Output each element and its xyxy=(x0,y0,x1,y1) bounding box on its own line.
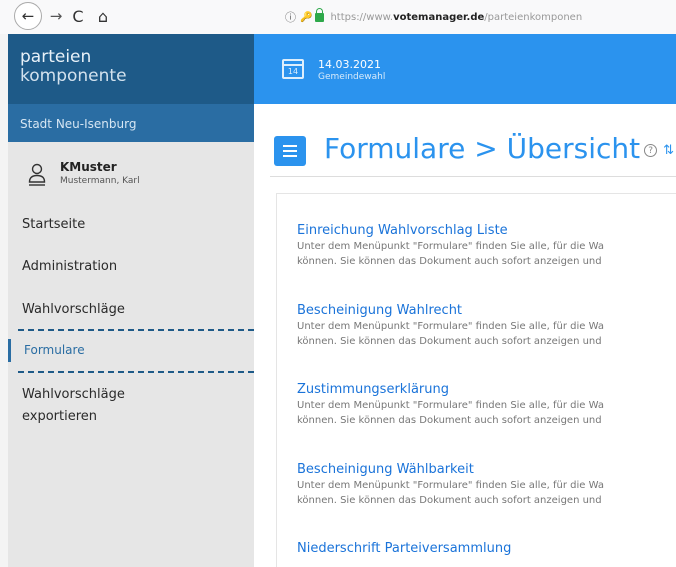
form-link[interactable]: Zustimmungserklärung xyxy=(297,381,676,398)
form-link[interactable]: Einreichung Wahlvorschlag Liste xyxy=(297,222,676,239)
form-description: Unter dem Menüpunkt "Formulare" finden S… xyxy=(297,480,604,491)
form-item: Bescheinigung Wahlrecht Unter dem Menüpu… xyxy=(297,302,676,349)
header-divider xyxy=(270,176,676,177)
lock-icon xyxy=(315,7,325,22)
form-description: können. Sie können das Dokument auch sof… xyxy=(297,415,602,426)
address-bar[interactable]: ⓘ 🔑 https://www. votemanager.de/parteienk… xyxy=(285,7,676,27)
hamburger-menu-button[interactable] xyxy=(274,136,306,166)
sidebar-item-label: Wahlvorschläge xyxy=(22,302,125,317)
page-title: Formulare > Übersicht? ⇅ xyxy=(324,132,674,165)
browser-toolbar: ← → C ⌂ ⓘ 🔑 https://www. votemanager.de/p… xyxy=(0,0,676,34)
user-icon xyxy=(28,163,46,186)
election-date: 14.03.2021 xyxy=(318,58,381,71)
reload-icon[interactable]: C xyxy=(69,2,87,30)
sidebar-item-startseite[interactable]: Startseite xyxy=(8,214,254,236)
form-item: Bescheinigung Wählbarkeit Unter dem Menü… xyxy=(297,461,676,508)
active-divider-bottom xyxy=(18,371,254,373)
city-label: Stadt Neu-Isenburg xyxy=(8,104,254,142)
app-brand[interactable]: parteien komponente xyxy=(8,34,254,104)
user-name: KMuster xyxy=(60,160,117,174)
calendar-icon: 14 xyxy=(282,59,304,79)
form-link[interactable]: Niederschrift Parteiversammlung xyxy=(297,540,676,557)
back-arrow-icon[interactable]: ← xyxy=(14,2,42,30)
sidebar-item-wahlvorschlaege-exportieren[interactable]: Wahlvorschläge exportieren xyxy=(8,384,254,428)
url-host: votemanager.de xyxy=(393,11,485,23)
form-description: können. Sie können das Dokument auch sof… xyxy=(297,495,602,506)
user-profile[interactable]: KMuster Mustermann, Karl xyxy=(8,142,254,204)
sidebar-item-administration[interactable]: Administration xyxy=(8,256,254,278)
user-full-name: Mustermann, Karl xyxy=(60,176,140,186)
form-link[interactable]: Bescheinigung Wählbarkeit xyxy=(297,461,676,478)
hamburger-bar xyxy=(283,155,297,157)
sort-icon[interactable]: ⇅ xyxy=(663,143,674,158)
form-description: Unter dem Menüpunkt "Formulare" finden S… xyxy=(297,321,604,332)
brand-line1: parteien xyxy=(20,47,92,67)
calendar-day: 14 xyxy=(287,67,299,76)
sidebar-item-label: Formulare xyxy=(24,343,85,357)
home-icon[interactable]: ⌂ xyxy=(94,2,112,30)
hamburger-bar xyxy=(283,145,297,147)
help-icon[interactable]: ? xyxy=(644,143,658,157)
sidebar-item-label: Wahlvorschläge xyxy=(22,387,125,402)
forms-panel: Einreichung Wahlvorschlag Liste Unter de… xyxy=(276,193,676,567)
forward-arrow-icon[interactable]: → xyxy=(47,2,65,30)
header-band: 14 14.03.2021 Gemeindewahl xyxy=(254,34,676,104)
page-header: Formulare > Übersicht? ⇅ xyxy=(270,126,676,174)
form-description: Unter dem Menüpunkt "Formulare" finden S… xyxy=(297,241,604,252)
sidebar-item-wahlvorschlaege[interactable]: Wahlvorschläge xyxy=(8,299,254,321)
hamburger-bar xyxy=(283,150,297,152)
sidebar-item-label: exportieren xyxy=(22,409,98,424)
active-divider-top xyxy=(18,329,254,331)
sidebar-item-label: Startseite xyxy=(22,217,86,232)
site-info-icon[interactable]: ⓘ xyxy=(285,9,296,25)
brand-line2: komponente xyxy=(20,66,127,86)
url-scheme: https://www. xyxy=(330,11,394,23)
form-link[interactable]: Bescheinigung Wahlrecht xyxy=(297,302,676,319)
form-description: können. Sie können das Dokument auch sof… xyxy=(297,256,602,267)
form-item: Einreichung Wahlvorschlag Liste Unter de… xyxy=(297,222,676,269)
form-item: Zustimmungserklärung Unter dem Menüpunkt… xyxy=(297,381,676,428)
sidebar-item-formulare[interactable]: Formulare xyxy=(8,339,254,362)
form-description: können. Sie können das Dokument auch sof… xyxy=(297,336,602,347)
key-icon[interactable]: 🔑 xyxy=(300,12,312,23)
sidebar-item-label: Administration xyxy=(22,259,118,274)
page-title-text: Formulare > Übersicht xyxy=(324,132,641,165)
url-path: /parteienkomponen xyxy=(484,11,583,23)
form-item: Niederschrift Parteiversammlung xyxy=(297,540,676,557)
sidebar: parteien komponente Stadt Neu-Isenburg K… xyxy=(0,34,254,567)
form-description: Unter dem Menüpunkt "Formulare" finden S… xyxy=(297,400,604,411)
election-name: Gemeindewahl xyxy=(318,72,386,82)
